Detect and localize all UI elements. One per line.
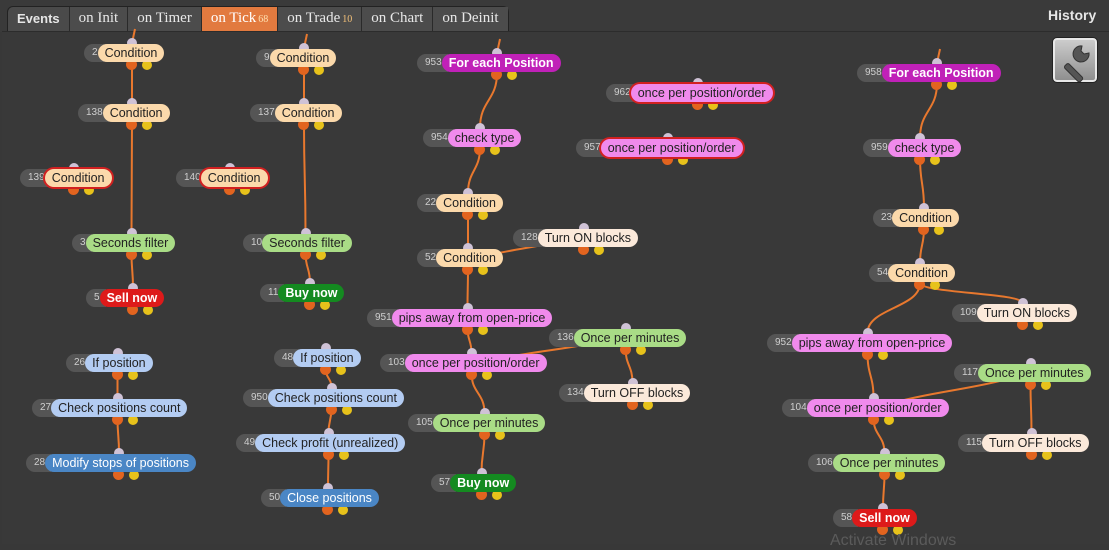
block-954[interactable]: 954 check type	[423, 128, 522, 148]
block-label: Seconds filter	[262, 234, 352, 252]
block-103[interactable]: 103 once per position/order	[380, 353, 547, 373]
block-11[interactable]: 11 Buy now	[260, 283, 345, 303]
block-label: Condition	[888, 264, 955, 282]
block-label: Condition	[97, 44, 165, 62]
block-117[interactable]: 117 Once per minutes	[954, 363, 1091, 383]
block-140[interactable]: 140 Condition	[176, 168, 268, 188]
block-label: Condition	[269, 49, 337, 67]
block-label: Condition	[274, 104, 342, 122]
wrench-icon[interactable]	[1052, 37, 1098, 83]
block-950[interactable]: 950 Check positions count	[243, 388, 404, 408]
block-label: Check positions count	[267, 389, 404, 407]
block-label: Turn ON blocks	[976, 304, 1078, 322]
block-57[interactable]: 57 Buy now	[431, 473, 517, 493]
block-label: Condition	[436, 249, 503, 267]
block-label: Condition	[200, 169, 268, 187]
block-2[interactable]: 2 Condition	[84, 43, 165, 63]
block-label: Condition	[436, 194, 503, 212]
block-9[interactable]: 9 Condition	[256, 48, 337, 68]
block-10[interactable]: 10 Seconds filter	[243, 233, 352, 253]
connection-wire	[919, 157, 925, 209]
block-label: Modify stops of positions	[45, 454, 196, 472]
block-label: For each Position	[881, 64, 1001, 82]
block-952[interactable]: 952 pips away from open-price	[767, 333, 953, 353]
block-label: once per position/order	[630, 84, 773, 102]
block-label: once per position/order	[404, 354, 547, 372]
wrench-icon-graphic	[1064, 45, 1090, 83]
block-label: check type	[887, 139, 962, 157]
block-label: Sell now	[852, 509, 917, 527]
block-5[interactable]: 5 Sell now	[86, 288, 165, 308]
block-label: If position	[293, 349, 361, 367]
block-label: Condition	[102, 104, 170, 122]
block-50[interactable]: 50 Close positions	[261, 488, 379, 508]
block-3[interactable]: 3 Seconds filter	[72, 233, 176, 253]
connection-wire	[479, 72, 498, 129]
block-48[interactable]: 48 If position	[274, 348, 361, 368]
block-label: Check positions count	[51, 399, 188, 417]
block-58[interactable]: 58 Sell now	[833, 508, 917, 528]
block-label: once per position/order	[600, 139, 743, 157]
block-52[interactable]: 52 Condition	[417, 248, 503, 268]
block-label: Condition	[44, 169, 112, 187]
block-label: Sell now	[99, 289, 165, 307]
activate-windows-watermark: Activate Windows	[830, 532, 957, 549]
block-label: If position	[85, 354, 153, 372]
block-label: pips away from open-price	[791, 334, 953, 352]
block-label: Turn ON blocks	[537, 229, 639, 247]
block-957[interactable]: 957 once per position/order	[576, 138, 743, 158]
block-115[interactable]: 115 Turn OFF blocks	[958, 433, 1089, 453]
block-953[interactable]: 953 For each Position	[417, 53, 561, 73]
block-109[interactable]: 109 Turn ON blocks	[952, 303, 1078, 323]
block-label: once per position/order	[806, 399, 949, 417]
block-label: Once per minutes	[977, 364, 1091, 382]
block-23[interactable]: 23 Condition	[873, 208, 959, 228]
connection-wire	[866, 282, 921, 334]
connection-wire	[1029, 382, 1033, 434]
block-22[interactable]: 22 Condition	[417, 193, 503, 213]
block-959[interactable]: 959 check type	[863, 138, 962, 158]
block-label: For each Position	[441, 54, 561, 72]
block-label: Turn OFF blocks	[981, 434, 1089, 452]
block-128[interactable]: 128 Turn ON blocks	[513, 228, 639, 248]
block-134[interactable]: 134 Turn OFF blocks	[559, 383, 691, 403]
block-139[interactable]: 139 Condition	[20, 168, 112, 188]
block-54[interactable]: 54 Condition	[869, 263, 955, 283]
block-label: Turn OFF blocks	[583, 384, 691, 402]
block-label: Buy now	[450, 474, 517, 492]
block-label: check type	[447, 129, 522, 147]
block-label: pips away from open-price	[391, 309, 553, 327]
block-26[interactable]: 26 If position	[66, 353, 153, 373]
block-106[interactable]: 106 Once per minutes	[808, 453, 946, 473]
block-104[interactable]: 104 once per position/order	[782, 398, 949, 418]
block-label: Condition	[892, 209, 959, 227]
connection-wire	[303, 122, 307, 234]
block-958[interactable]: 958 For each Position	[857, 63, 1001, 83]
connection-wire	[919, 82, 938, 139]
block-label: Once per minutes	[832, 454, 946, 472]
block-138[interactable]: 138 Condition	[78, 103, 170, 123]
block-label: Seconds filter	[85, 234, 176, 252]
block-49[interactable]: 49 Check profit (unrealized)	[236, 433, 406, 453]
block-962[interactable]: 962 once per position/order	[606, 83, 773, 103]
block-951[interactable]: 951 pips away from open-price	[367, 308, 553, 328]
block-label: Buy now	[278, 284, 345, 302]
block-label: Once per minutes	[573, 329, 687, 347]
block-137[interactable]: 137 Condition	[250, 103, 342, 123]
block-label: Check profit (unrealized)	[255, 434, 406, 452]
block-136[interactable]: 136 Once per minutes	[549, 328, 687, 348]
block-27[interactable]: 27 Check positions count	[32, 398, 188, 418]
block-label: Once per minutes	[432, 414, 546, 432]
block-28[interactable]: 28 Modify stops of positions	[26, 453, 196, 473]
connection-wire	[130, 122, 133, 234]
block-105[interactable]: 105 Once per minutes	[408, 413, 546, 433]
block-label: Close positions	[280, 489, 379, 507]
